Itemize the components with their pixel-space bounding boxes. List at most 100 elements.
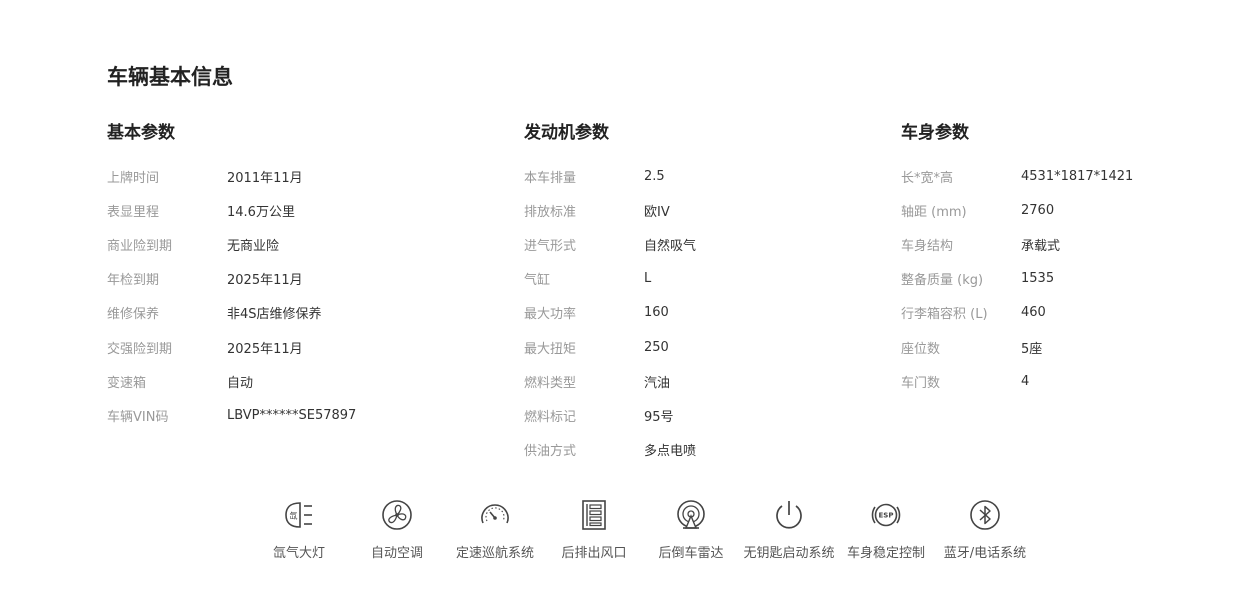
- param-value: 4: [1021, 373, 1030, 389]
- feature-item: 定速巡航系统: [440, 498, 550, 561]
- param-label: 排放标准: [524, 204, 577, 220]
- feature-item: 自动空调: [342, 498, 452, 561]
- engine-params-section: 发动机参数 本车排量 2.5 排放标准 欧IV 进气形式 自然吸气 气缸 L 最大功率 1…: [524, 120, 864, 467]
- param-label: 长*宽*高: [901, 170, 954, 186]
- param-row: 变速箱 自动: [107, 364, 487, 398]
- param-label: 车身结构: [901, 238, 954, 254]
- body-params-title: 车身参数: [901, 123, 969, 143]
- param-row: 燃料标记 95号: [524, 398, 864, 432]
- param-row: 燃料类型 汽油: [524, 364, 864, 398]
- param-row: 座位数 5座: [901, 330, 1221, 364]
- body-params-section: 车身参数 长*宽*高 4531*1817*1421 轴距 (mm) 2760 车身结…: [901, 120, 1221, 398]
- param-value: 4531*1817*1421: [1021, 168, 1134, 184]
- bluetooth-icon: [970, 500, 1000, 530]
- param-row: 车辆VIN码 LBVP******SE57897: [107, 398, 487, 432]
- param-row: 车门数 4: [901, 364, 1221, 398]
- feature-item: 后排出风口: [539, 498, 649, 561]
- rear-air-vent-icon: [582, 500, 606, 530]
- esp-stability-icon: ESP: [871, 503, 901, 527]
- param-label: 最大扭矩: [524, 341, 577, 357]
- param-value: 5座: [1021, 341, 1043, 357]
- param-row: 整备质量 (kg) 1535: [901, 262, 1221, 296]
- feature-label: 自动空调: [370, 546, 423, 561]
- param-row: 上牌时间 2011年11月: [107, 159, 487, 193]
- param-label: 车门数: [901, 375, 941, 391]
- page-title: 车辆基本信息: [107, 65, 233, 89]
- param-value: 2025年11月: [227, 273, 303, 289]
- param-label: 最大功率: [524, 307, 577, 323]
- param-label: 进气形式: [524, 238, 577, 254]
- param-label: 上牌时间: [107, 170, 160, 186]
- param-row: 车身结构 承载式: [901, 227, 1221, 261]
- param-row: 进气形式 自然吸气: [524, 227, 864, 261]
- xenon-headlight-icon: 氙: [285, 502, 312, 528]
- param-value: 2.5: [644, 168, 665, 184]
- xenon-icon-text: 氙: [290, 511, 298, 521]
- auto-ac-fan-icon: [382, 500, 412, 530]
- basic-params-section: 基本参数 上牌时间 2011年11月 表显里程 14.6万公里 商业险到期 无商业险 …: [107, 120, 487, 433]
- param-label: 年检到期: [107, 273, 160, 289]
- param-value: 1535: [1021, 271, 1055, 287]
- param-row: 长*宽*高 4531*1817*1421: [901, 159, 1221, 193]
- param-value: 无商业险: [227, 238, 280, 254]
- param-value: 自动: [227, 375, 254, 391]
- engine-params-title: 发动机参数: [524, 123, 609, 143]
- param-row: 轴距 (mm) 2760: [901, 193, 1221, 227]
- feature-item: 后倒车雷达: [636, 498, 746, 561]
- feature-item: 氙 氙气大灯: [244, 498, 354, 561]
- param-value: 欧IV: [644, 204, 670, 220]
- feature-label: 车身稳定控制: [846, 546, 925, 561]
- basic-params-title: 基本参数: [107, 123, 175, 143]
- param-label: 燃料标记: [524, 409, 577, 425]
- esp-icon-text: ESP: [879, 512, 894, 520]
- feature-list: 氙 氙气大灯 自动空调 定速巡航系统 后排出风口 后倒车雷达 无钥匙启动系统 E…: [0, 498, 1239, 568]
- param-row: 表显里程 14.6万公里: [107, 193, 487, 227]
- param-value: 自然吸气: [644, 238, 697, 254]
- param-row: 供油方式 多点电喷: [524, 433, 864, 467]
- param-label: 本车排量: [524, 170, 577, 186]
- feature-label: 蓝牙/电话系统: [943, 546, 1027, 561]
- param-row: 维修保养 非4S店维修保养: [107, 296, 487, 330]
- param-label: 整备质量 (kg): [901, 273, 984, 289]
- param-label: 变速箱: [107, 375, 147, 391]
- param-value: 汽油: [644, 375, 671, 391]
- param-row: 商业险到期 无商业险: [107, 227, 487, 261]
- param-row: 最大功率 160: [524, 296, 864, 330]
- param-row: 气缸 L: [524, 262, 864, 296]
- feature-item: 无钥匙启动系统: [734, 498, 844, 561]
- param-value: 250: [644, 339, 669, 355]
- cruise-control-gauge-icon: [481, 504, 509, 524]
- param-label: 交强险到期: [107, 341, 173, 357]
- param-value: 承载式: [1021, 238, 1061, 254]
- param-label: 表显里程: [107, 204, 160, 220]
- feature-label: 定速巡航系统: [455, 546, 534, 561]
- rear-parking-radar-icon: [677, 500, 705, 529]
- param-value: L: [644, 271, 652, 287]
- param-value: 2025年11月: [227, 341, 303, 357]
- feature-label: 氙气大灯: [272, 546, 325, 561]
- param-value: 160: [644, 305, 669, 321]
- param-row: 最大扭矩 250: [524, 330, 864, 364]
- param-value: 460: [1021, 305, 1046, 321]
- param-value: 非4S店维修保养: [227, 307, 322, 323]
- param-value: 多点电喷: [644, 444, 697, 460]
- param-label: 气缸: [524, 273, 551, 289]
- param-value: 2760: [1021, 202, 1055, 218]
- param-row: 年检到期 2025年11月: [107, 262, 487, 296]
- feature-item: ESP 车身稳定控制: [831, 498, 941, 561]
- feature-item: 蓝牙/电话系统: [930, 498, 1040, 561]
- feature-label: 无钥匙启动系统: [743, 546, 835, 561]
- param-label: 轴距 (mm): [901, 204, 967, 220]
- param-value: 14.6万公里: [227, 204, 295, 220]
- param-label: 车辆VIN码: [107, 409, 169, 425]
- param-value: LBVP******SE57897: [227, 407, 357, 423]
- param-row: 排放标准 欧IV: [524, 193, 864, 227]
- param-label: 燃料类型: [524, 375, 577, 391]
- param-row: 交强险到期 2025年11月: [107, 330, 487, 364]
- keyless-start-power-icon: [776, 501, 802, 529]
- param-value: 2011年11月: [227, 170, 303, 186]
- param-label: 维修保养: [107, 307, 160, 323]
- param-label: 商业险到期: [107, 238, 173, 254]
- param-row: 行李箱容积 (L) 460: [901, 296, 1221, 330]
- param-value: 95号: [644, 409, 674, 425]
